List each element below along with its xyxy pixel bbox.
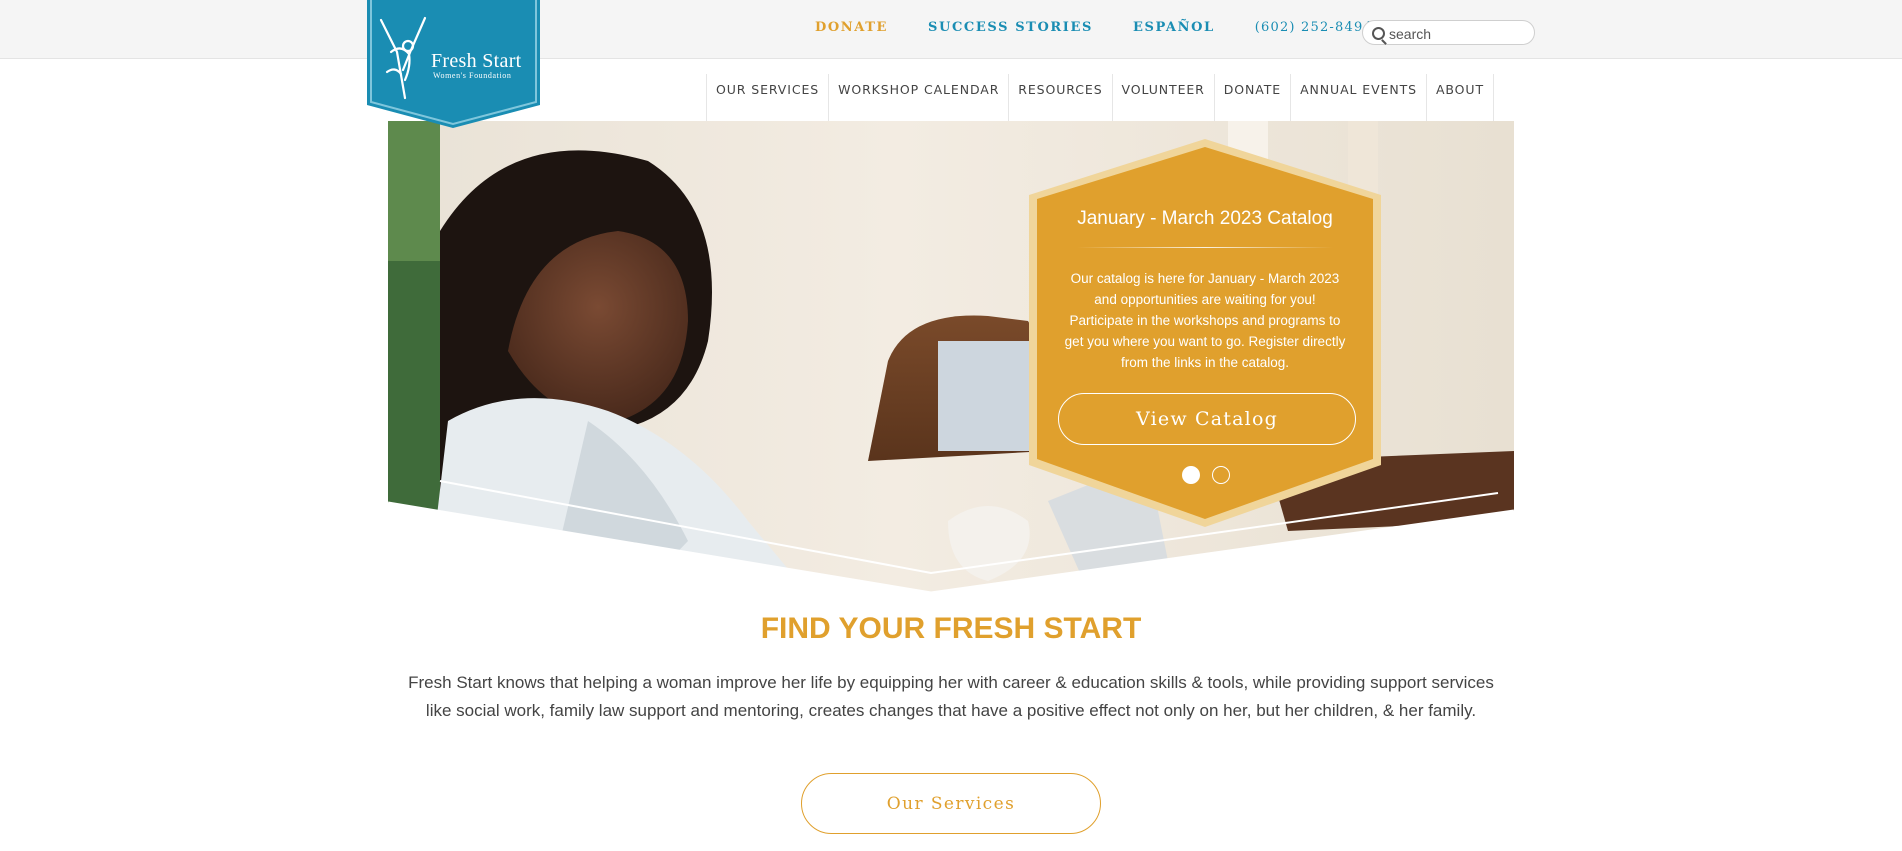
badge-text: Our catalog is here for January - March … <box>1064 271 1346 370</box>
badge-divider <box>1077 247 1333 248</box>
phone-link[interactable]: (602) 252-8494 <box>1255 20 1373 35</box>
nav-item-workshop-calendar[interactable]: WORKSHOP CALENDAR <box>828 74 1008 121</box>
slide-dot-1[interactable] <box>1182 466 1200 484</box>
section-heading: FIND YOUR FRESH START <box>760 612 1142 645</box>
nav-item-donate[interactable]: DONATE <box>1213 74 1290 121</box>
view-catalog-button[interactable]: View Catalog <box>1058 393 1356 445</box>
donate-link[interactable]: DONATE <box>815 20 888 35</box>
nav-item-volunteer[interactable]: VOLUNTEER <box>1111 74 1214 121</box>
site-logo[interactable]: Fresh Start Women's Foundation <box>367 0 540 128</box>
nav-item-resources[interactable]: RESOURCES <box>1008 74 1111 121</box>
nav-item-annual-events[interactable]: ANNUAL EVENTS <box>1290 74 1426 121</box>
main-nav: OUR SERVICES WORKSHOP CALENDAR RESOURCES… <box>706 74 1494 121</box>
badge-title: January - March 2023 Catalog <box>1077 208 1333 229</box>
utility-links: DONATE SUCCESS STORIES ESPAÑOL (602) 252… <box>815 20 1373 35</box>
intro-text: Fresh Start knows that helping a woman i… <box>408 673 1494 720</box>
logo-name: Fresh Start <box>431 50 522 72</box>
espanol-link[interactable]: ESPAÑOL <box>1133 20 1215 35</box>
search-icon[interactable] <box>1372 27 1385 40</box>
success-stories-link[interactable]: SUCCESS STORIES <box>928 20 1093 35</box>
our-services-button[interactable]: Our Services <box>801 773 1101 834</box>
search-box[interactable] <box>1362 20 1535 45</box>
nav-item-about[interactable]: ABOUT <box>1425 74 1494 121</box>
logo-subtitle: Women's Foundation <box>433 71 512 80</box>
slide-dot-2[interactable] <box>1212 466 1230 484</box>
nav-item-our-services[interactable]: OUR SERVICES <box>706 74 828 121</box>
catalog-badge: January - March 2023 Catalog Our catalog… <box>1025 135 1385 530</box>
search-input[interactable] <box>1387 23 1531 44</box>
